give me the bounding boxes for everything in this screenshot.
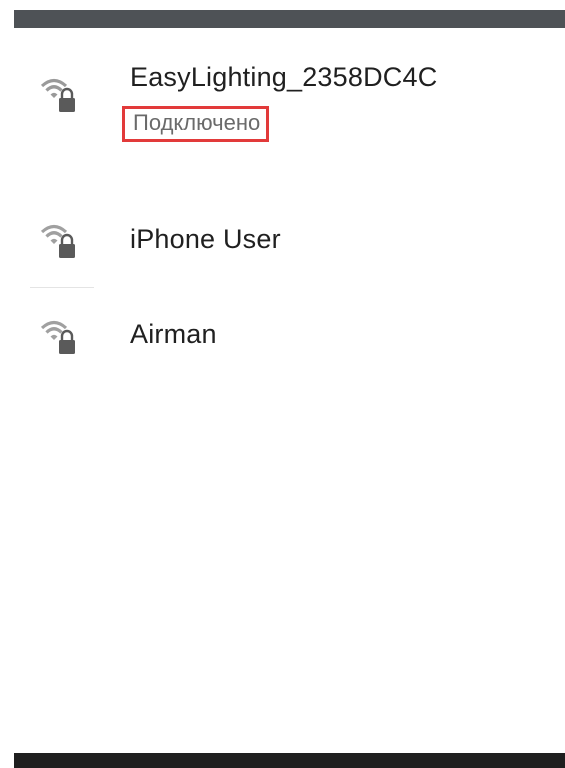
wifi-secured-icon: [38, 220, 82, 260]
connection-status: Подключено: [122, 106, 270, 142]
wifi-screen: EasyLighting_2358DC4C Подключено iPhone …: [0, 0, 565, 768]
list-divider: [30, 287, 94, 288]
top-bar: [14, 10, 565, 28]
network-ssid: iPhone User: [130, 224, 281, 254]
bottom-bar: [14, 753, 565, 768]
wifi-secured-icon: [38, 74, 82, 114]
wifi-network-item[interactable]: iPhone User: [0, 210, 565, 276]
wifi-network-item[interactable]: Airman: [0, 305, 565, 371]
wifi-network-item[interactable]: EasyLighting_2358DC4C Подключено: [0, 60, 565, 170]
network-ssid: Airman: [130, 319, 217, 349]
wifi-secured-icon: [38, 316, 82, 356]
network-ssid: EasyLighting_2358DC4C: [130, 62, 438, 92]
